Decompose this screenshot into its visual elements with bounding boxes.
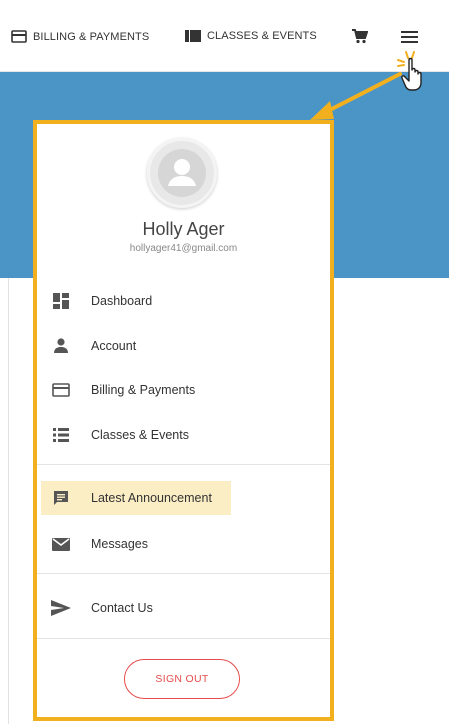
- avatar: [147, 138, 217, 208]
- menu-item-label: Account: [91, 339, 137, 353]
- menu-divider: [37, 573, 330, 574]
- menu-divider: [37, 638, 330, 639]
- user-menu-drawer: Holly Ager hollyager41@gmail.com Dashboa…: [33, 120, 334, 721]
- annotation-arrow: [310, 72, 402, 120]
- billing-payments-nav-label: BILLING & PAYMENTS: [33, 30, 150, 43]
- billing-payments-nav[interactable]: BILLING & PAYMENTS: [11, 30, 149, 43]
- menu-item-label: Billing & Payments: [91, 383, 196, 397]
- menu-item-label: Contact Us: [91, 601, 153, 615]
- hamburger-menu-button[interactable]: [401, 30, 418, 49]
- send-icon: [51, 600, 71, 616]
- top-nav-bar: BILLING & PAYMENTS CLASSES & EVENTS: [0, 0, 449, 72]
- menu-item-label: Latest Announcement: [91, 491, 212, 505]
- user-avatar-icon: [158, 149, 206, 197]
- hamburger-menu-icon: [401, 31, 418, 43]
- card-icon: [11, 30, 27, 43]
- classes-events-nav[interactable]: CLASSES & EVENTS: [185, 30, 317, 42]
- menu-item-latest-announcement[interactable]: Latest Announcement: [41, 481, 231, 515]
- user-email: hollyager41@gmail.com: [129, 243, 238, 254]
- menu-item-account[interactable]: Account: [41, 332, 136, 360]
- list-icon: [185, 30, 201, 42]
- menu-item-label: Messages: [91, 537, 148, 551]
- user-name: Holly Ager: [142, 219, 225, 239]
- page-edge-line: [8, 278, 9, 724]
- cart-icon: [352, 29, 369, 44]
- cart-button[interactable]: [352, 29, 369, 49]
- list-icon: [53, 428, 69, 442]
- announcement-icon: [54, 491, 68, 505]
- menu-item-messages[interactable]: Messages: [41, 530, 148, 558]
- menu-item-billing-payments[interactable]: Billing & Payments: [41, 376, 195, 404]
- sign-out-label: SIGN OUT: [155, 673, 209, 685]
- dashboard-icon: [53, 293, 69, 309]
- card-icon: [52, 383, 70, 397]
- person-icon: [54, 338, 68, 353]
- pointer-cursor-icon: [397, 51, 422, 91]
- envelope-icon: [52, 537, 70, 551]
- menu-item-dashboard[interactable]: Dashboard: [41, 287, 152, 315]
- menu-item-label: Classes & Events: [91, 428, 189, 442]
- classes-events-nav-label: CLASSES & EVENTS: [207, 30, 317, 42]
- menu-divider: [37, 464, 330, 465]
- sign-out-button[interactable]: SIGN OUT: [124, 659, 240, 699]
- menu-item-contact-us[interactable]: Contact Us: [41, 594, 153, 622]
- menu-item-classes-events[interactable]: Classes & Events: [41, 421, 189, 449]
- menu-item-label: Dashboard: [91, 294, 153, 308]
